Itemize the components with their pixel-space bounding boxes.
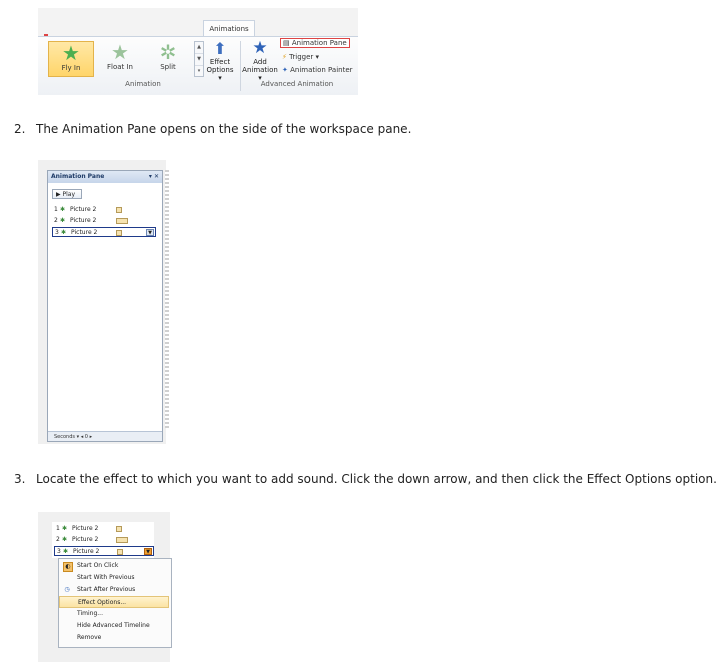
pane-controls[interactable]: ▾ ✕ <box>149 171 159 183</box>
gallery-float-in[interactable]: ★ Float In <box>98 41 142 75</box>
float-in-star-icon: ★ <box>111 40 129 64</box>
chevron-down-icon[interactable]: ▼ <box>144 548 152 555</box>
item-label: Picture 2 <box>70 206 97 213</box>
effect-star-icon: ✱ <box>60 217 66 224</box>
step-2: 2. The Animation Pane opens on the side o… <box>14 122 411 136</box>
timeline-bar <box>116 218 128 224</box>
menu-timing[interactable]: Timing... <box>59 608 169 620</box>
item-number: 2 <box>56 536 60 543</box>
timeline-bar <box>116 207 122 213</box>
item-label: Picture 2 <box>72 525 99 532</box>
chevron-down-icon[interactable]: ▼ <box>146 229 154 236</box>
torn-edge <box>165 170 169 428</box>
animation-pane-screenshot: Animation Pane ▾ ✕ ▶ Play 1 ✱ Picture 2 … <box>38 160 169 444</box>
item-number: 1 <box>54 206 58 213</box>
step-text: The Animation Pane opens on the side of … <box>36 122 412 136</box>
list-item-selected[interactable]: 3 ✱ Picture 2 ▼ <box>54 546 154 556</box>
animation-pane-button[interactable]: ▤ Animation Pane <box>280 38 350 48</box>
gallery-label: Float In <box>106 63 133 71</box>
trigger-label: Trigger ▾ <box>289 53 320 61</box>
list-item[interactable]: 2 ✱ Picture 2 <box>54 535 158 545</box>
effect-star-icon: ✱ <box>60 206 66 213</box>
list-item-selected[interactable]: 3 ✱ Picture 2 ▼ <box>52 227 156 237</box>
mouse-icon: ◐ <box>63 562 73 572</box>
step-3: 3. Locate the effect to which you want to… <box>14 472 717 486</box>
effect-star-icon: ✱ <box>62 525 68 532</box>
pane-header: Animation Pane ▾ ✕ <box>48 171 162 183</box>
effect-list: 1 ✱ Picture 2 2 ✱ Picture 2 3 ✱ Picture … <box>52 522 154 558</box>
pane-footer[interactable]: Seconds ▾ ◂ 0 ▸ <box>48 431 162 441</box>
effect-options-button[interactable]: ⬆ Effect Options ▾ <box>206 39 234 83</box>
menu-label: Start On Click <box>77 562 119 569</box>
scroll-up-icon[interactable]: ▲ <box>195 42 203 54</box>
item-label: Picture 2 <box>70 217 97 224</box>
ribbon-screenshot: Animations ★ Fly In ★ Float In ✲ Split ▲… <box>38 8 358 95</box>
step-number: 3. <box>14 472 26 486</box>
gallery-label: Split <box>160 63 176 71</box>
menu-label: Effect Options... <box>78 599 127 606</box>
item-number: 1 <box>56 525 60 532</box>
menu-label: Hide Advanced Timeline <box>77 622 150 629</box>
add-animation-star-icon: ★ <box>252 38 268 58</box>
timeline-bar <box>116 526 122 532</box>
step-text: Locate the effect to which you want to a… <box>36 472 717 486</box>
context-menu: ◐ Start On Click Start With Previous ◷ S… <box>58 558 172 648</box>
animation-pane-label: Animation Pane <box>291 39 347 47</box>
gallery-label: Fly In <box>61 64 81 72</box>
menu-start-after-previous[interactable]: ◷ Start After Previous <box>59 584 169 596</box>
gallery-scroller[interactable]: ▲ ▼ ▾ <box>194 41 204 77</box>
menu-hide-advanced-timeline[interactable]: Hide Advanced Timeline <box>59 620 169 632</box>
list-item[interactable]: 2 ✱ Picture 2 <box>52 216 156 226</box>
context-menu-screenshot: 1 ✱ Picture 2 2 ✱ Picture 2 3 ✱ Picture … <box>38 512 172 662</box>
item-number: 3 <box>57 548 61 555</box>
timeline-bar <box>116 537 128 543</box>
menu-start-on-click[interactable]: ◐ Start On Click <box>59 560 169 572</box>
animation-pane: Animation Pane ▾ ✕ ▶ Play 1 ✱ Picture 2 … <box>47 170 163 442</box>
clock-icon: ◷ <box>64 586 70 593</box>
list-item[interactable]: 1 ✱ Picture 2 <box>52 205 156 215</box>
item-number: 3 <box>55 229 59 236</box>
gallery-more-icon[interactable]: ▾ <box>195 66 203 77</box>
split-star-icon: ✲ <box>159 40 177 64</box>
scroll-down-icon[interactable]: ▼ <box>195 54 203 66</box>
animation-painter-icon: ✦ <box>282 66 288 74</box>
menu-remove[interactable]: Remove <box>59 632 169 644</box>
item-label: Picture 2 <box>71 229 98 236</box>
list-item[interactable]: 1 ✱ Picture 2 <box>54 524 158 534</box>
pane-title: Animation Pane <box>51 173 105 180</box>
fly-in-star-icon: ★ <box>62 41 80 65</box>
menu-label: Timing... <box>77 610 103 617</box>
effect-star-icon: ✱ <box>63 548 69 555</box>
timeline-bar <box>116 230 122 236</box>
animation-group-label: Animation <box>125 80 161 88</box>
menu-label: Remove <box>77 634 102 641</box>
item-label: Picture 2 <box>73 548 100 555</box>
effect-star-icon: ✱ <box>62 536 68 543</box>
trigger-lightning-icon: ⚡ <box>282 53 287 61</box>
gallery-split[interactable]: ✲ Split <box>146 41 190 75</box>
step-number: 2. <box>14 122 26 136</box>
timeline-bar <box>117 549 123 555</box>
animation-painter-label: Animation Painter <box>290 66 353 74</box>
advanced-animation-group-label: Advanced Animation <box>260 80 334 88</box>
add-animation-button[interactable]: ★ Add Animation ▾ <box>242 38 278 82</box>
menu-effect-options[interactable]: Effect Options... <box>59 596 169 608</box>
menu-label: Start With Previous <box>77 574 135 581</box>
effect-star-icon: ✱ <box>61 229 67 236</box>
add-animation-label-1: Add <box>253 58 267 66</box>
effect-options-label-1: Effect <box>209 58 231 66</box>
animation-painter-button[interactable]: ✦ Animation Painter <box>282 66 353 74</box>
group-divider <box>240 41 241 91</box>
gallery-fly-in[interactable]: ★ Fly In <box>48 41 94 77</box>
menu-start-with-previous[interactable]: Start With Previous <box>59 572 169 584</box>
item-number: 2 <box>54 217 58 224</box>
up-arrow-icon: ⬆ <box>213 39 227 58</box>
menu-label: Start After Previous <box>77 586 136 593</box>
play-button[interactable]: ▶ Play <box>52 189 82 199</box>
trigger-button[interactable]: ⚡ Trigger ▾ <box>282 53 319 61</box>
item-label: Picture 2 <box>72 536 99 543</box>
animation-pane-icon: ▤ <box>283 39 292 47</box>
